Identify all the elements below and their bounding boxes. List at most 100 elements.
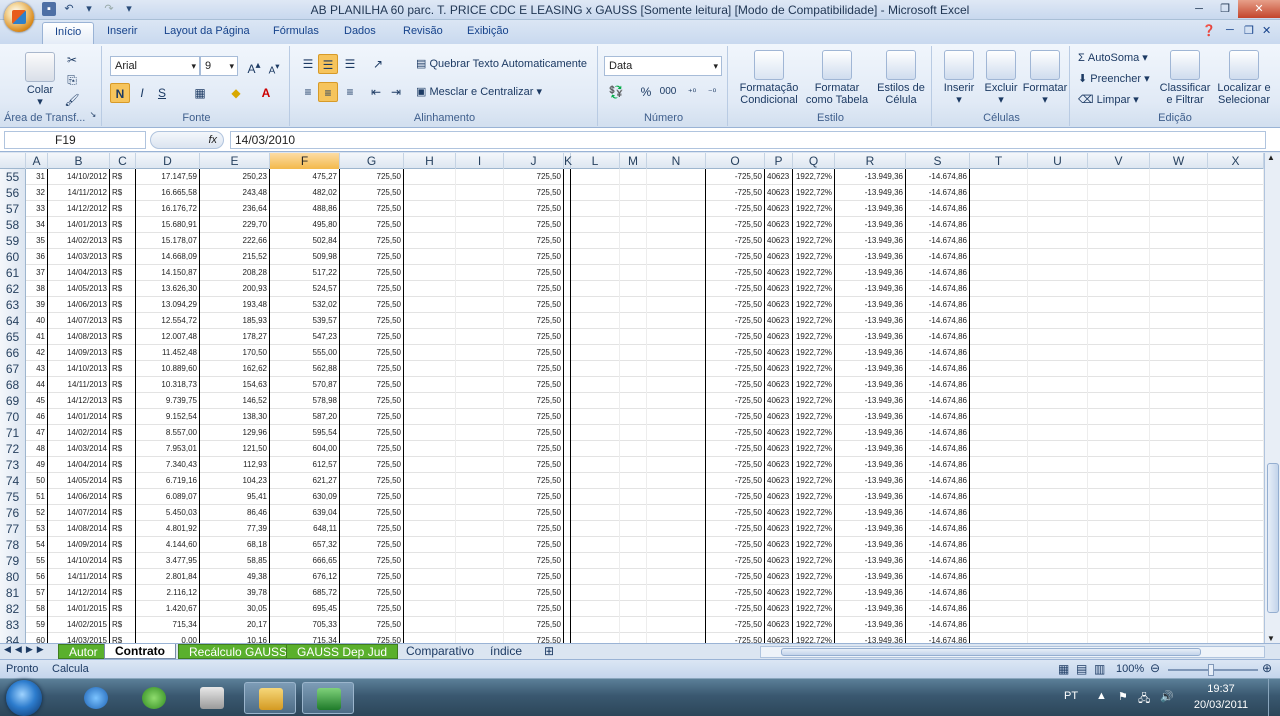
cell-q[interactable]: 1922,72%: [793, 601, 835, 617]
cell-p[interactable]: 40623: [765, 441, 793, 457]
cell-i[interactable]: [456, 297, 504, 313]
cell-d[interactable]: 7.340,43: [136, 457, 200, 473]
cell-x[interactable]: [1208, 169, 1264, 185]
row-header[interactable]: 81: [0, 585, 26, 601]
cell-d[interactable]: 16.665,58: [136, 185, 200, 201]
cell-q[interactable]: 1922,72%: [793, 329, 835, 345]
column-header-u[interactable]: U: [1028, 153, 1088, 169]
cell-m[interactable]: [620, 617, 647, 633]
cell-j[interactable]: 725,50: [504, 617, 564, 633]
cell-o[interactable]: -725,50: [706, 409, 765, 425]
row-header[interactable]: 70: [0, 409, 26, 425]
cell-h[interactable]: [404, 361, 456, 377]
cell-i[interactable]: [456, 489, 504, 505]
worksheet-grid[interactable]: ABCDEFGHIJKLMNOPQRSTUVWX 55 31 14/10/2012 R…: [0, 153, 1264, 643]
cell-s[interactable]: -14.674,86: [906, 425, 970, 441]
cell-j[interactable]: 725,50: [504, 345, 564, 361]
page-layout-view-icon[interactable]: ▤: [1076, 662, 1087, 676]
cell-q[interactable]: 1922,72%: [793, 169, 835, 185]
cell-t[interactable]: [970, 601, 1028, 617]
cell-n[interactable]: [647, 377, 706, 393]
tab-inserir[interactable]: Inserir: [107, 25, 138, 37]
cell-r[interactable]: -13.949,36: [835, 345, 906, 361]
cell-x[interactable]: [1208, 537, 1264, 553]
cell-h[interactable]: [404, 473, 456, 489]
column-header-k[interactable]: K: [564, 153, 572, 169]
cell-l[interactable]: [571, 329, 620, 345]
cell-i[interactable]: [456, 233, 504, 249]
cell-k[interactable]: [564, 585, 571, 601]
cell-o[interactable]: -725,50: [706, 377, 765, 393]
cell-d[interactable]: 2.116,12: [136, 585, 200, 601]
cell-i[interactable]: [456, 313, 504, 329]
cell-c[interactable]: R$: [110, 521, 136, 537]
cell-q[interactable]: 1922,72%: [793, 553, 835, 569]
cell-v[interactable]: [1088, 345, 1150, 361]
cell-w[interactable]: [1150, 473, 1208, 489]
cell-w[interactable]: [1150, 281, 1208, 297]
cell-r[interactable]: -13.949,36: [835, 185, 906, 201]
cell-t[interactable]: [970, 441, 1028, 457]
sheet-tab-indice[interactable]: índice: [480, 644, 532, 659]
cell-e[interactable]: 77,39: [200, 521, 270, 537]
cell-w[interactable]: [1150, 425, 1208, 441]
cell-m[interactable]: [620, 505, 647, 521]
cell-n[interactable]: [647, 361, 706, 377]
cell-p[interactable]: 40623: [765, 489, 793, 505]
cell-a[interactable]: 39: [26, 297, 48, 313]
cell-d[interactable]: 3.477,95: [136, 553, 200, 569]
cell-k[interactable]: [564, 617, 571, 633]
wrap-text-button[interactable]: ▤ Quebrar Texto Automaticamente: [416, 58, 587, 70]
column-header-n[interactable]: N: [647, 153, 706, 169]
cell-c[interactable]: R$: [110, 265, 136, 281]
cell-m[interactable]: [620, 185, 647, 201]
cell-d[interactable]: 15.178,07: [136, 233, 200, 249]
cell-m[interactable]: [620, 633, 647, 643]
cell-u[interactable]: [1028, 521, 1088, 537]
insert-function-button[interactable]: fx: [150, 131, 224, 149]
cell-i[interactable]: [456, 361, 504, 377]
sort-filter-button[interactable]: Classificar e Filtrar: [1156, 50, 1214, 106]
cell-h[interactable]: [404, 633, 456, 643]
cell-q[interactable]: 1922,72%: [793, 297, 835, 313]
cell-v[interactable]: [1088, 489, 1150, 505]
cell-k[interactable]: [564, 569, 571, 585]
cell-x[interactable]: [1208, 201, 1264, 217]
cell-k[interactable]: [564, 393, 571, 409]
cell-t[interactable]: [970, 569, 1028, 585]
column-header-s[interactable]: S: [906, 153, 970, 169]
cell-s[interactable]: -14.674,86: [906, 521, 970, 537]
cell-q[interactable]: 1922,72%: [793, 537, 835, 553]
cell-a[interactable]: 46: [26, 409, 48, 425]
cell-i[interactable]: [456, 217, 504, 233]
align-top-icon[interactable]: ☰: [298, 54, 318, 74]
cell-h[interactable]: [404, 329, 456, 345]
cell-w[interactable]: [1150, 569, 1208, 585]
cell-q[interactable]: 1922,72%: [793, 361, 835, 377]
cell-e[interactable]: 129,96: [200, 425, 270, 441]
cell-x[interactable]: [1208, 377, 1264, 393]
cell-u[interactable]: [1028, 425, 1088, 441]
cell-t[interactable]: [970, 297, 1028, 313]
cell-f[interactable]: 532,02: [270, 297, 340, 313]
column-header-f[interactable]: F: [270, 153, 340, 169]
cell-j[interactable]: 725,50: [504, 313, 564, 329]
cell-n[interactable]: [647, 185, 706, 201]
cell-m[interactable]: [620, 393, 647, 409]
cell-o[interactable]: -725,50: [706, 633, 765, 643]
cell-f[interactable]: 676,12: [270, 569, 340, 585]
cell-f[interactable]: 547,23: [270, 329, 340, 345]
cell-b[interactable]: 14/03/2014: [48, 441, 110, 457]
cell-a[interactable]: 31: [26, 169, 48, 185]
cell-l[interactable]: [571, 313, 620, 329]
cell-s[interactable]: -14.674,86: [906, 233, 970, 249]
cell-n[interactable]: [647, 553, 706, 569]
cell-n[interactable]: [647, 249, 706, 265]
cell-v[interactable]: [1088, 441, 1150, 457]
cell-v[interactable]: [1088, 265, 1150, 281]
cell-l[interactable]: [571, 201, 620, 217]
cell-u[interactable]: [1028, 249, 1088, 265]
cell-h[interactable]: [404, 441, 456, 457]
zoom-slider-thumb[interactable]: [1208, 664, 1214, 676]
cell-f[interactable]: 639,04: [270, 505, 340, 521]
